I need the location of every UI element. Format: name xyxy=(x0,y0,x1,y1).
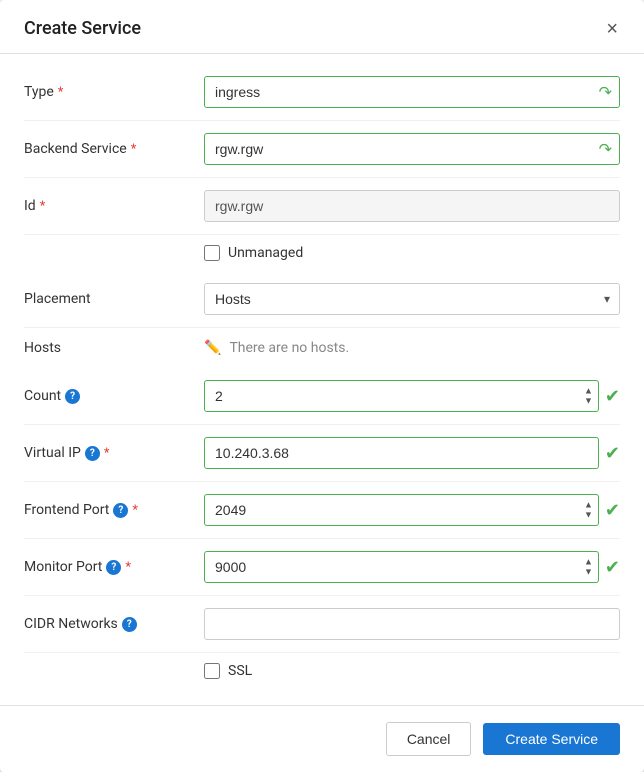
id-row: Id * xyxy=(24,178,620,235)
count-spinner-wrap: ▲ ▼ xyxy=(204,380,599,412)
virtual-ip-row: Virtual IP ? * ✔ xyxy=(24,425,620,482)
type-input[interactable] xyxy=(204,76,620,108)
virtual-ip-required: * xyxy=(104,446,110,461)
placement-row: Placement Hosts Label Count ▾ xyxy=(24,271,620,328)
modal-body: Type * ↷ Backend Service * ↷ xyxy=(0,54,644,705)
virtual-ip-help-icon[interactable]: ? xyxy=(85,446,100,461)
cancel-button[interactable]: Cancel xyxy=(386,722,472,756)
count-label: Count ? xyxy=(24,388,204,404)
hosts-row: Hosts ✏️ There are no hosts. xyxy=(24,328,620,368)
virtual-ip-label: Virtual IP ? * xyxy=(24,445,204,461)
count-increment-button[interactable]: ▲ xyxy=(582,387,595,396)
hosts-label: Hosts xyxy=(24,340,204,356)
count-help-icon[interactable]: ? xyxy=(65,389,80,404)
id-label: Id * xyxy=(24,198,204,214)
frontend-port-label: Frontend Port ? * xyxy=(24,502,204,518)
cidr-networks-input[interactable] xyxy=(204,608,620,640)
unmanaged-row: Unmanaged xyxy=(24,235,620,271)
unmanaged-label[interactable]: Unmanaged xyxy=(204,245,303,261)
ssl-checkbox[interactable] xyxy=(204,663,220,679)
placement-select-wrap: Hosts Label Count ▾ xyxy=(204,283,620,315)
close-button[interactable]: × xyxy=(604,19,620,39)
count-input[interactable] xyxy=(204,380,599,412)
type-required: * xyxy=(58,85,64,100)
frontend-port-check-icon: ✔ xyxy=(605,500,620,521)
virtual-ip-input[interactable] xyxy=(204,437,599,469)
id-input xyxy=(204,190,620,222)
frontend-port-input[interactable] xyxy=(204,494,599,526)
ssl-label[interactable]: SSL xyxy=(204,663,252,679)
monitor-port-required: * xyxy=(125,560,131,575)
monitor-port-row: Monitor Port ? * ▲ ▼ ✔ xyxy=(24,539,620,596)
frontend-port-decrement-button[interactable]: ▼ xyxy=(582,511,595,520)
modal-header: Create Service × xyxy=(0,0,644,54)
id-control xyxy=(204,190,620,222)
monitor-port-increment-button[interactable]: ▲ xyxy=(582,558,595,567)
modal-title: Create Service xyxy=(24,18,141,39)
no-hosts-text: There are no hosts. xyxy=(229,340,349,356)
type-control: ↷ xyxy=(204,76,620,108)
cidr-networks-control xyxy=(204,608,620,640)
placement-select[interactable]: Hosts Label Count xyxy=(204,283,620,315)
count-row: Count ? ▲ ▼ ✔ xyxy=(24,368,620,425)
count-check-icon: ✔ xyxy=(605,386,620,407)
cidr-networks-row: CIDR Networks ? xyxy=(24,596,620,653)
monitor-port-label: Monitor Port ? * xyxy=(24,559,204,575)
count-control: ▲ ▼ ✔ xyxy=(204,380,620,412)
count-spin-buttons: ▲ ▼ xyxy=(582,387,595,406)
cidr-networks-help-icon[interactable]: ? xyxy=(122,617,137,632)
placement-control: Hosts Label Count ▾ xyxy=(204,283,620,315)
frontend-port-increment-button[interactable]: ▲ xyxy=(582,501,595,510)
frontend-port-required: * xyxy=(132,503,138,518)
backend-service-row: Backend Service * ↷ xyxy=(24,121,620,178)
backend-service-control: ↷ xyxy=(204,133,620,165)
monitor-port-decrement-button[interactable]: ▼ xyxy=(582,568,595,577)
placement-label: Placement xyxy=(24,291,204,307)
monitor-port-spin-buttons: ▲ ▼ xyxy=(582,558,595,577)
virtual-ip-check-icon: ✔ xyxy=(605,443,620,464)
unmanaged-checkbox[interactable] xyxy=(204,245,220,261)
frontend-port-row: Frontend Port ? * ▲ ▼ ✔ xyxy=(24,482,620,539)
backend-service-input[interactable] xyxy=(204,133,620,165)
id-required: * xyxy=(40,199,46,214)
frontend-port-spin-buttons: ▲ ▼ xyxy=(582,501,595,520)
frontend-port-spinner-wrap: ▲ ▼ xyxy=(204,494,599,526)
frontend-port-help-icon[interactable]: ? xyxy=(113,503,128,518)
hosts-content: ✏️ There are no hosts. xyxy=(204,340,620,356)
create-service-modal: Create Service × Type * ↷ Backend Servic… xyxy=(0,0,644,772)
create-service-button[interactable]: Create Service xyxy=(483,723,620,755)
type-input-wrap: ↷ xyxy=(204,76,620,108)
monitor-port-input[interactable] xyxy=(204,551,599,583)
backend-service-required: * xyxy=(131,142,137,157)
cidr-networks-label: CIDR Networks ? xyxy=(24,616,204,632)
backend-service-label: Backend Service * xyxy=(24,141,204,157)
backend-service-input-wrap: ↷ xyxy=(204,133,620,165)
modal-footer: Cancel Create Service xyxy=(0,705,644,772)
type-label: Type * xyxy=(24,84,204,100)
monitor-port-spinner-wrap: ▲ ▼ xyxy=(204,551,599,583)
virtual-ip-control: ✔ xyxy=(204,437,620,469)
monitor-port-check-icon: ✔ xyxy=(605,557,620,578)
monitor-port-help-icon[interactable]: ? xyxy=(106,560,121,575)
type-row: Type * ↷ xyxy=(24,64,620,121)
frontend-port-control: ▲ ▼ ✔ xyxy=(204,494,620,526)
hosts-edit-icon[interactable]: ✏️ xyxy=(204,340,221,356)
monitor-port-control: ▲ ▼ ✔ xyxy=(204,551,620,583)
count-decrement-button[interactable]: ▼ xyxy=(582,397,595,406)
ssl-row: SSL xyxy=(24,653,620,689)
